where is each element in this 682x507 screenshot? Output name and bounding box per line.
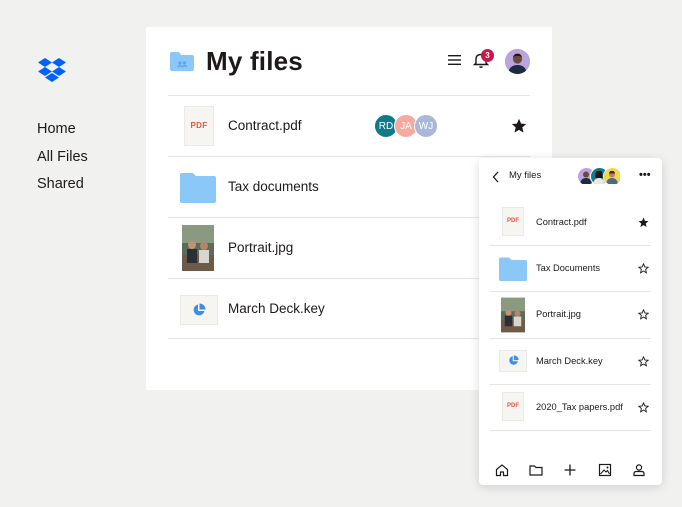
- main-header: My files 3: [170, 45, 530, 81]
- photos-icon[interactable]: [598, 463, 612, 477]
- photo-icon: [182, 225, 214, 271]
- menu-icon[interactable]: [448, 54, 462, 66]
- page-title: My files: [206, 46, 303, 76]
- pdf-type-label: PDF: [502, 391, 524, 421]
- folder-icon: [180, 173, 216, 203]
- file-row-tax-documents[interactable]: Tax documents: [168, 156, 530, 217]
- mobile-file-list: PDF Contract.pdf Tax Documents Portrait.…: [490, 200, 651, 431]
- file-name: 2020_Tax papers.pdf: [536, 401, 623, 412]
- mobile-tab-bar: [479, 455, 662, 485]
- file-name: March Deck.key: [228, 301, 325, 316]
- pie-chart-icon: [508, 355, 519, 365]
- folder-icon: [170, 52, 194, 71]
- star-outline-icon[interactable]: [638, 263, 649, 274]
- file-name: Portrait.jpg: [228, 240, 294, 255]
- pdf-type-label: PDF: [184, 106, 214, 146]
- keynote-file-icon: [499, 346, 527, 378]
- file-name: March Deck.key: [536, 355, 603, 366]
- collaborator-avatars[interactable]: [577, 167, 622, 186]
- list-item[interactable]: PDF Contract.pdf: [490, 200, 651, 247]
- folder-icon[interactable]: [529, 463, 543, 477]
- notification-badge: 3: [481, 49, 494, 62]
- image-thumbnail: [180, 225, 216, 271]
- file-row-contract[interactable]: PDF Contract.pdf RD JA WJ: [168, 95, 530, 156]
- account-icon[interactable]: [632, 463, 646, 477]
- pdf-file-icon: PDF: [180, 106, 216, 146]
- list-item[interactable]: Tax Documents: [490, 246, 651, 293]
- file-name: Contract.pdf: [536, 217, 587, 227]
- pdf-file-icon: PDF: [499, 207, 527, 239]
- nav-item-all-files[interactable]: All Files: [37, 144, 88, 172]
- file-row-march-deck[interactable]: March Deck.key: [168, 278, 530, 339]
- plus-icon[interactable]: [563, 463, 577, 477]
- pdf-file-icon: PDF: [499, 391, 527, 424]
- file-row-portrait[interactable]: Portrait.jpg: [168, 217, 530, 278]
- sidebar-nav: Home All Files Shared: [37, 116, 88, 199]
- star-outline-icon[interactable]: [638, 401, 649, 413]
- star-outline-icon[interactable]: [638, 309, 649, 321]
- collaborator-avatar: WJ: [414, 114, 438, 138]
- more-options-icon[interactable]: •••: [639, 169, 651, 181]
- star-filled-icon[interactable]: [638, 217, 649, 228]
- star-outline-icon[interactable]: [638, 355, 649, 367]
- chevron-left-icon[interactable]: [492, 171, 500, 183]
- mobile-file-browser: My files ••• PDF Contract.pdf Tax Docume…: [479, 158, 662, 485]
- home-icon[interactable]: [495, 463, 509, 477]
- user-portrait-icon: [505, 49, 530, 74]
- dropbox-logo-icon[interactable]: [38, 58, 66, 84]
- keynote-file-icon: [180, 289, 218, 329]
- star-filled-icon[interactable]: [511, 118, 527, 134]
- list-item[interactable]: PDF 2020_Tax papers.pdf: [490, 385, 651, 431]
- mobile-title: My files: [509, 170, 542, 181]
- photo-icon: [501, 298, 525, 333]
- file-list: PDF Contract.pdf RD JA WJ Tax documents: [168, 95, 530, 339]
- image-thumbnail: [499, 298, 527, 333]
- mobile-header: My files •••: [479, 158, 662, 196]
- nav-item-home[interactable]: Home: [37, 116, 88, 144]
- folder-icon: [499, 257, 527, 282]
- pdf-type-label: PDF: [502, 207, 524, 236]
- list-item[interactable]: Portrait.jpg: [490, 292, 651, 339]
- nav-item-shared[interactable]: Shared: [37, 171, 88, 199]
- file-name: Tax documents: [228, 179, 319, 194]
- avatar[interactable]: [505, 49, 530, 74]
- file-name: Portrait.jpg: [536, 309, 581, 320]
- pie-chart-icon: [193, 303, 206, 316]
- list-item[interactable]: March Deck.key: [490, 339, 651, 385]
- file-name: Contract.pdf: [228, 118, 302, 133]
- collaborator-avatars[interactable]: RD JA WJ: [374, 114, 438, 138]
- avatar: [603, 167, 622, 186]
- file-name: Tax Documents: [536, 263, 601, 274]
